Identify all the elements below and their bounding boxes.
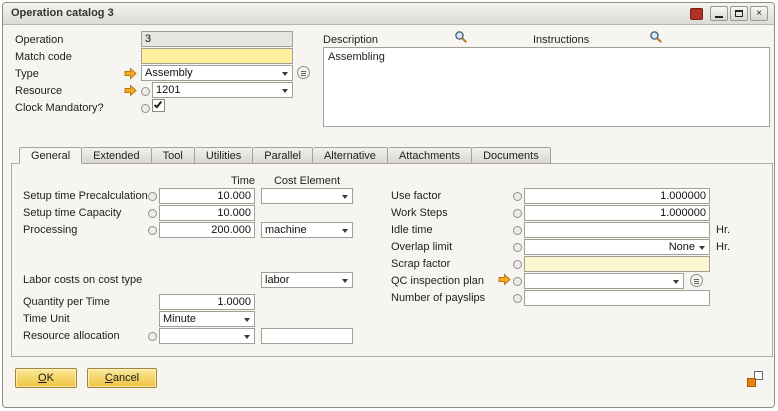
overlap-limit-indicator-icon xyxy=(513,243,522,252)
tab-utilities[interactable]: Utilities xyxy=(195,147,253,164)
processing-cost-select[interactable]: machine xyxy=(261,222,353,238)
window-controls: × xyxy=(690,6,768,21)
scrap-factor-indicator-icon xyxy=(513,260,522,269)
setup-capacity-time-field[interactable]: 10.000 xyxy=(159,205,255,221)
idle-time-label: Idle time xyxy=(391,223,433,238)
match-code-field[interactable] xyxy=(141,48,293,64)
setup-precalc-time-field[interactable]: 10.000 xyxy=(159,188,255,204)
labor-costs-select[interactable]: labor xyxy=(261,272,353,288)
operation-label: Operation xyxy=(15,33,63,48)
overlap-limit-unit-label: Hr. xyxy=(716,240,730,255)
time-column-header: Time xyxy=(159,174,255,189)
maximize-icon xyxy=(735,10,743,17)
resource-allocation-extra-field[interactable] xyxy=(261,328,353,344)
tab-tool[interactable]: Tool xyxy=(152,147,195,164)
resource-link-arrow-icon[interactable] xyxy=(124,84,137,100)
clock-indicator-icon xyxy=(141,104,150,113)
close-icon: × xyxy=(756,9,762,19)
description-magnifier-icon[interactable] xyxy=(454,30,468,47)
minimize-icon xyxy=(715,16,723,18)
tab-documents[interactable]: Documents xyxy=(472,147,551,164)
instructions-label: Instructions xyxy=(533,33,589,48)
scrap-factor-label: Scrap factor xyxy=(391,257,450,272)
resource-select[interactable]: 1201 xyxy=(152,82,293,98)
setup-precalc-label: Setup time Precalculation xyxy=(23,189,148,204)
qc-plan-indicator-icon xyxy=(513,277,522,286)
time-unit-select[interactable]: Minute xyxy=(159,311,255,327)
title-bar[interactable]: Operation catalog 3 × xyxy=(3,3,774,25)
type-link-arrow-icon[interactable] xyxy=(124,67,137,83)
ok-button[interactable]: OK xyxy=(15,368,77,388)
work-steps-indicator-icon xyxy=(513,209,522,218)
resource-allocation-select[interactable] xyxy=(159,328,255,344)
clock-mandatory-label: Clock Mandatory? xyxy=(15,101,104,116)
payslips-field[interactable] xyxy=(524,290,710,306)
resource-allocation-indicator-icon xyxy=(148,332,157,341)
setup-precalc-indicator-icon xyxy=(148,192,157,201)
window-accent-icon xyxy=(690,8,703,20)
overlap-limit-label: Overlap limit xyxy=(391,240,452,255)
resource-label: Resource xyxy=(15,84,62,99)
processing-label: Processing xyxy=(23,223,77,238)
processing-indicator-icon xyxy=(148,226,157,235)
qc-plan-select[interactable] xyxy=(524,273,684,289)
idle-time-field[interactable] xyxy=(524,222,710,238)
setup-precalc-cost-select[interactable] xyxy=(261,188,353,204)
operation-field: 3 xyxy=(141,31,293,47)
window-title: Operation catalog 3 xyxy=(11,7,114,19)
resize-orange-square-icon xyxy=(747,378,756,387)
idle-time-indicator-icon xyxy=(513,226,522,235)
type-options-icon[interactable] xyxy=(297,66,310,79)
setup-capacity-indicator-icon xyxy=(148,209,157,218)
window-resize-icon[interactable] xyxy=(747,371,763,387)
minimize-button[interactable] xyxy=(710,6,728,21)
payslips-indicator-icon xyxy=(513,294,522,303)
match-code-label: Match code xyxy=(15,50,72,65)
tab-bar: General Extended Tool Utilities Parallel… xyxy=(19,147,551,164)
tab-alternative[interactable]: Alternative xyxy=(313,147,388,164)
use-factor-field[interactable]: 1.000000 xyxy=(524,188,710,204)
instructions-magnifier-icon[interactable] xyxy=(649,30,663,47)
close-button[interactable]: × xyxy=(750,6,768,21)
qc-plan-link-arrow-icon[interactable] xyxy=(498,273,511,289)
work-steps-field[interactable]: 1.000000 xyxy=(524,205,710,221)
scrap-factor-field[interactable] xyxy=(524,256,710,272)
resource-indicator-icon xyxy=(141,87,150,96)
time-unit-label: Time Unit xyxy=(23,312,70,327)
tab-attachments[interactable]: Attachments xyxy=(388,147,472,164)
qc-plan-label: QC inspection plan xyxy=(391,274,484,289)
use-factor-label: Use factor xyxy=(391,189,441,204)
labor-costs-label: Labor costs on cost type xyxy=(23,273,142,288)
tab-general[interactable]: General xyxy=(19,147,82,164)
check-icon xyxy=(154,100,162,109)
operation-catalog-window: Operation catalog 3 × Operation 3 Match … xyxy=(2,2,775,408)
description-label: Description xyxy=(323,33,378,48)
processing-time-field[interactable]: 200.000 xyxy=(159,222,255,238)
maximize-button[interactable] xyxy=(730,6,748,21)
quantity-per-time-field[interactable]: 1.0000 xyxy=(159,294,255,310)
description-textarea[interactable]: Assembling xyxy=(323,47,770,127)
payslips-label: Number of payslips xyxy=(391,291,485,306)
resource-allocation-label: Resource allocation xyxy=(23,329,120,344)
overlap-limit-select[interactable]: None xyxy=(524,239,710,255)
use-factor-indicator-icon xyxy=(513,192,522,201)
tab-parallel[interactable]: Parallel xyxy=(253,147,313,164)
tab-extended[interactable]: Extended xyxy=(82,147,151,164)
type-select[interactable]: Assembly xyxy=(141,65,293,81)
idle-time-unit-label: Hr. xyxy=(716,223,730,238)
work-steps-label: Work Steps xyxy=(391,206,448,221)
quantity-per-time-label: Quantity per Time xyxy=(23,295,110,310)
type-label: Type xyxy=(15,67,39,82)
cancel-button[interactable]: Cancel xyxy=(87,368,157,388)
setup-capacity-label: Setup time Capacity xyxy=(23,206,121,221)
clock-mandatory-checkbox[interactable] xyxy=(152,99,165,112)
cost-element-column-header: Cost Element xyxy=(261,174,353,189)
qc-plan-options-icon[interactable] xyxy=(690,274,703,287)
